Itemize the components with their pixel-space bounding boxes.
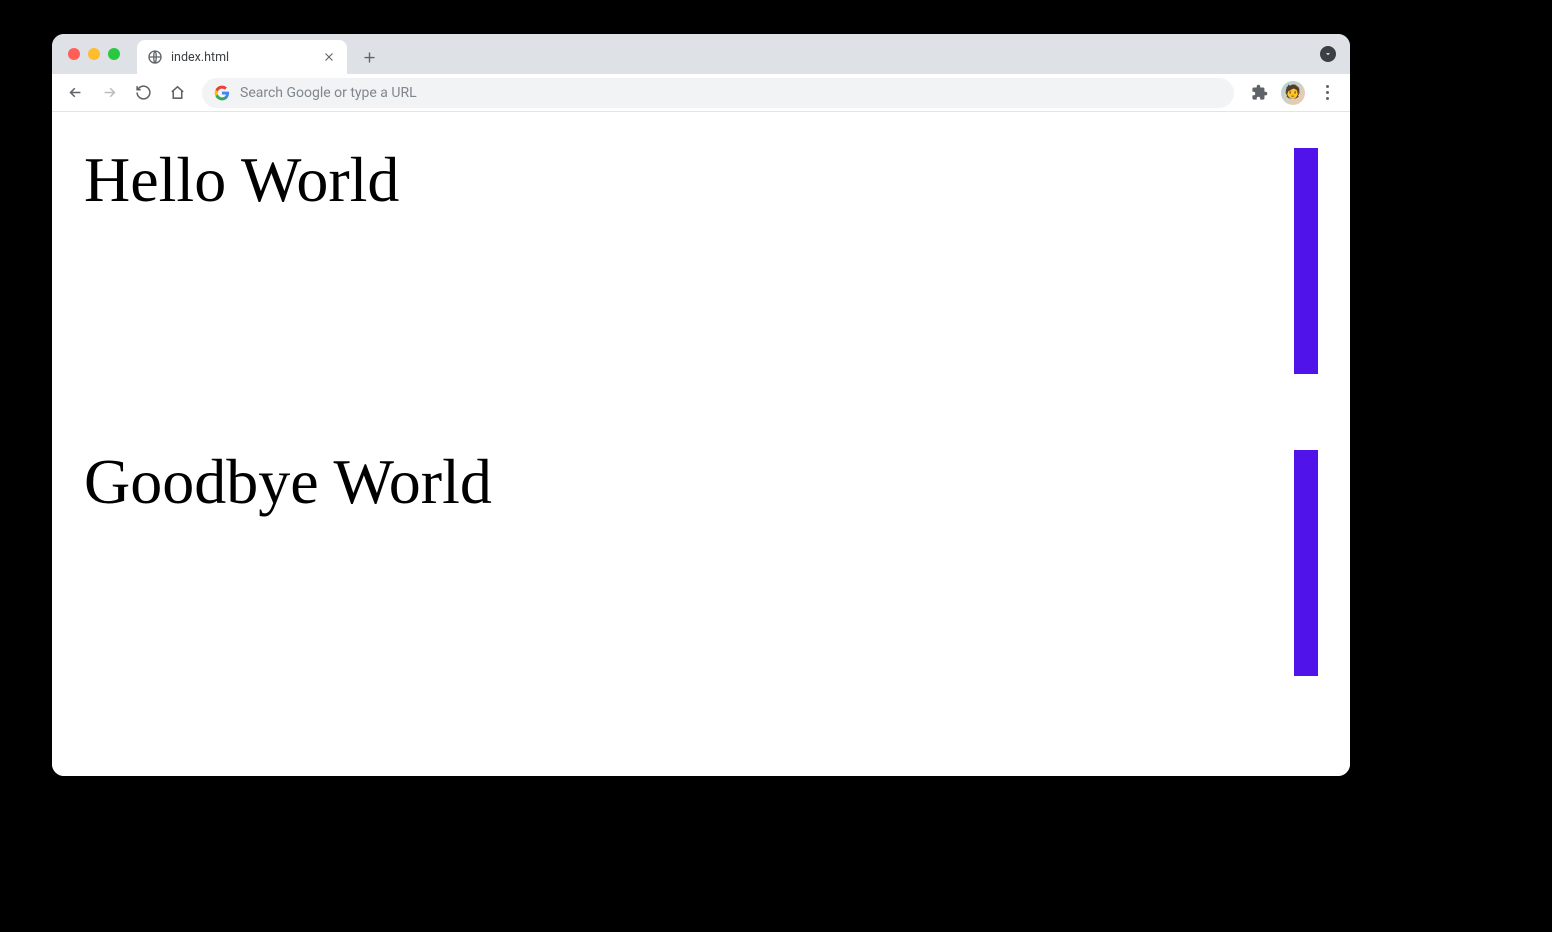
minimize-window-button[interactable]	[88, 48, 100, 60]
home-button[interactable]	[162, 78, 192, 108]
google-icon	[214, 85, 230, 101]
close-tab-button[interactable]	[321, 49, 337, 65]
address-bar-placeholder: Search Google or type a URL	[240, 85, 417, 101]
page-body: Hello World Goodbye World	[52, 112, 1350, 776]
section-hello: Hello World	[84, 148, 1318, 446]
new-tab-button[interactable]	[355, 43, 383, 71]
browser-tab[interactable]: index.html	[137, 40, 347, 74]
page-viewport: Hello World Goodbye World	[52, 112, 1350, 776]
extensions-button[interactable]	[1244, 78, 1274, 108]
globe-icon	[147, 49, 163, 65]
tab-search-button[interactable]	[1320, 46, 1336, 62]
section-goodbye: Goodbye World	[84, 450, 1318, 748]
maximize-window-button[interactable]	[108, 48, 120, 60]
toolbar: Search Google or type a URL 🧑	[52, 74, 1350, 112]
forward-button[interactable]	[94, 78, 124, 108]
address-bar[interactable]: Search Google or type a URL	[202, 78, 1234, 108]
accent-bar	[1294, 450, 1318, 676]
browser-window: index.html	[52, 34, 1350, 776]
tab-title: index.html	[171, 50, 313, 65]
back-button[interactable]	[60, 78, 90, 108]
tab-strip: index.html	[52, 34, 1350, 74]
menu-button[interactable]	[1312, 78, 1342, 108]
heading-goodbye: Goodbye World	[84, 450, 1318, 514]
profile-button[interactable]: 🧑	[1278, 78, 1308, 108]
heading-hello: Hello World	[84, 148, 1318, 212]
reload-button[interactable]	[128, 78, 158, 108]
close-window-button[interactable]	[68, 48, 80, 60]
window-controls	[68, 48, 120, 60]
kebab-menu-icon	[1326, 85, 1329, 100]
avatar-icon: 🧑	[1281, 81, 1305, 105]
accent-bar	[1294, 148, 1318, 374]
